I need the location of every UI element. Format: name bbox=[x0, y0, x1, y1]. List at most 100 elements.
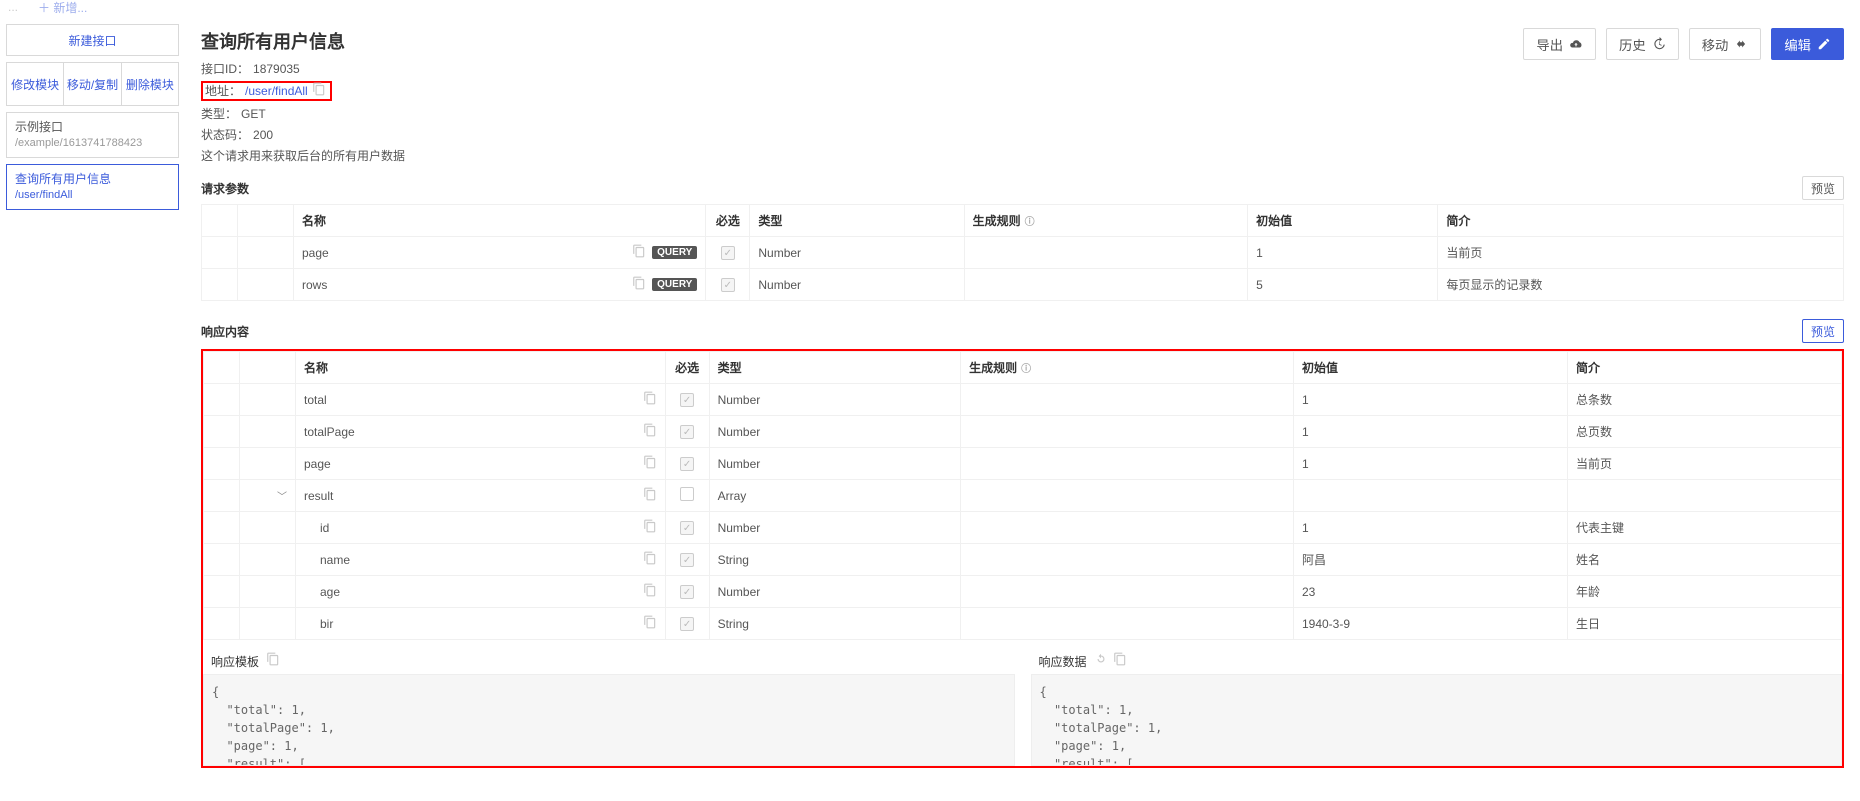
query-badge: QUERY bbox=[652, 246, 697, 259]
param-type: Number bbox=[709, 576, 960, 608]
help-icon[interactable]: ⓘ bbox=[1021, 364, 1031, 375]
table-row: birString1940-3-9生日 bbox=[204, 608, 1842, 640]
param-rule bbox=[961, 416, 1294, 448]
table-row: rowsQUERYNumber5每页显示的记录数 bbox=[202, 269, 1844, 301]
param-desc: 总页数 bbox=[1568, 416, 1842, 448]
copy-icon[interactable] bbox=[632, 276, 646, 293]
copy-icon[interactable] bbox=[643, 423, 657, 440]
required-checkbox[interactable] bbox=[680, 457, 694, 471]
nav-item-findall[interactable]: 查询所有用户信息 /user/findAll bbox=[6, 164, 179, 210]
param-desc: 代表主键 bbox=[1568, 512, 1842, 544]
param-desc: 总条数 bbox=[1568, 384, 1842, 416]
param-init: 5 bbox=[1248, 269, 1438, 301]
api-url-link[interactable]: /user/findAll bbox=[245, 84, 308, 98]
copy-icon[interactable] bbox=[643, 583, 657, 600]
request-preview-button[interactable]: 预览 bbox=[1802, 176, 1844, 200]
nav-item-example[interactable]: 示例接口 /example/1613741788423 bbox=[6, 112, 179, 158]
topbar-fragment: ... ＋ 新增... bbox=[0, 0, 1860, 18]
required-checkbox[interactable] bbox=[721, 278, 735, 292]
table-row: name String 阿昌姓名 bbox=[204, 544, 1842, 576]
param-rule bbox=[961, 608, 1294, 640]
cloud-upload-icon bbox=[1569, 37, 1583, 51]
table-row: pageQUERYNumber1当前页 bbox=[202, 237, 1844, 269]
copy-url-icon[interactable] bbox=[312, 82, 326, 99]
api-desc: 这个请求用来获取后台的所有用户数据 bbox=[201, 147, 405, 164]
param-desc: 年龄 bbox=[1568, 576, 1842, 608]
required-checkbox[interactable] bbox=[680, 393, 694, 407]
response-highlight-box: 名称 必选 类型 生成规则ⓘ 初始值 简介 totalNumber1总条数tot… bbox=[201, 349, 1844, 768]
param-type: Number bbox=[709, 448, 960, 480]
param-type: String bbox=[709, 544, 960, 576]
param-type: Number bbox=[750, 269, 964, 301]
param-rule bbox=[961, 544, 1294, 576]
edit-button[interactable]: 编辑 bbox=[1771, 28, 1844, 60]
param-init: 1940-3-9 bbox=[1293, 608, 1567, 640]
required-checkbox[interactable] bbox=[680, 553, 694, 567]
param-rule bbox=[961, 480, 1294, 512]
table-row: totalPageNumber1总页数 bbox=[204, 416, 1842, 448]
move-module-button[interactable]: 移动/复制 bbox=[63, 62, 120, 106]
new-api-button[interactable]: 新建接口 bbox=[6, 24, 179, 56]
copy-icon[interactable] bbox=[643, 487, 657, 504]
delete-module-button[interactable]: 删除模块 bbox=[121, 62, 179, 106]
copy-icon[interactable] bbox=[643, 551, 657, 568]
page-title: 查询所有用户信息 bbox=[201, 28, 405, 54]
copy-icon[interactable] bbox=[643, 519, 657, 536]
param-name: result bbox=[304, 489, 333, 503]
required-checkbox[interactable] bbox=[680, 487, 694, 501]
pencil-icon bbox=[1817, 37, 1831, 51]
api-id: 接口ID：1879035 bbox=[201, 60, 405, 77]
request-section-title: 请求参数 bbox=[201, 180, 249, 197]
refresh-data-icon[interactable] bbox=[1094, 655, 1111, 669]
required-checkbox[interactable] bbox=[680, 585, 694, 599]
response-template-title: 响应模板 bbox=[211, 655, 259, 669]
history-button[interactable]: 历史 bbox=[1606, 28, 1679, 60]
sidebar: 新建接口 修改模块 移动/复制 删除模块 示例接口 /example/16137… bbox=[0, 18, 185, 216]
content: 查询所有用户信息 接口ID：1879035 地址： /user/findAll … bbox=[185, 18, 1860, 768]
param-type: Array bbox=[709, 480, 960, 512]
param-type: String bbox=[709, 608, 960, 640]
response-template-code: { "total": 1, "totalPage": 1, "page": 1,… bbox=[203, 674, 1015, 766]
param-name: total bbox=[304, 393, 327, 407]
table-row: ﹀ result Array bbox=[204, 480, 1842, 512]
param-type: Number bbox=[750, 237, 964, 269]
required-checkbox[interactable] bbox=[721, 246, 735, 260]
param-desc: 当前页 bbox=[1438, 237, 1844, 269]
required-checkbox[interactable] bbox=[680, 521, 694, 535]
param-name: name bbox=[304, 553, 350, 567]
table-row: age Number 23年龄 bbox=[204, 576, 1842, 608]
api-status: 状态码：200 bbox=[201, 126, 405, 143]
param-desc: 姓名 bbox=[1568, 544, 1842, 576]
param-init: 23 bbox=[1293, 576, 1567, 608]
expand-caret-icon[interactable]: ﹀ bbox=[277, 492, 287, 503]
export-button[interactable]: 导出 bbox=[1523, 28, 1596, 60]
param-name: rows bbox=[302, 278, 327, 292]
param-name: id bbox=[304, 521, 329, 535]
param-rule bbox=[964, 269, 1248, 301]
response-preview-button[interactable]: 预览 bbox=[1802, 319, 1844, 343]
param-rule bbox=[961, 512, 1294, 544]
param-name: age bbox=[304, 585, 340, 599]
help-icon[interactable]: ⓘ bbox=[1025, 217, 1035, 228]
api-url-row: 地址： /user/findAll bbox=[201, 81, 405, 101]
param-rule bbox=[961, 448, 1294, 480]
param-type: Number bbox=[709, 416, 960, 448]
param-desc: 每页显示的记录数 bbox=[1438, 269, 1844, 301]
param-name: bir bbox=[304, 617, 333, 631]
edit-module-button[interactable]: 修改模块 bbox=[6, 62, 63, 106]
copy-data-icon[interactable] bbox=[1113, 655, 1127, 669]
param-init: 阿昌 bbox=[1293, 544, 1567, 576]
copy-icon[interactable] bbox=[632, 244, 646, 261]
copy-icon[interactable] bbox=[643, 455, 657, 472]
param-init: 1 bbox=[1293, 416, 1567, 448]
param-desc: 当前页 bbox=[1568, 448, 1842, 480]
param-type: Number bbox=[709, 512, 960, 544]
copy-icon[interactable] bbox=[643, 391, 657, 408]
copy-icon[interactable] bbox=[643, 615, 657, 632]
required-checkbox[interactable] bbox=[680, 425, 694, 439]
param-init: 1 bbox=[1293, 448, 1567, 480]
required-checkbox[interactable] bbox=[680, 617, 694, 631]
move-button[interactable]: 移动 bbox=[1689, 28, 1762, 60]
api-type: 类型：GET bbox=[201, 105, 405, 122]
copy-template-icon[interactable] bbox=[266, 655, 280, 669]
